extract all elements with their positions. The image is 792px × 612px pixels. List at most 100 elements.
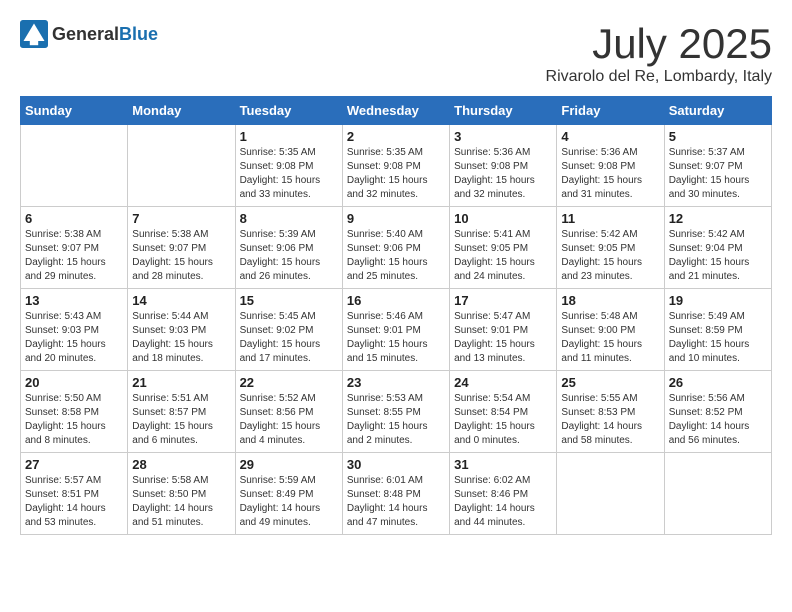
calendar-cell: 30Sunrise: 6:01 AM Sunset: 8:48 PM Dayli… [342, 453, 449, 535]
day-number: 12 [669, 211, 767, 226]
calendar-cell: 9Sunrise: 5:40 AM Sunset: 9:06 PM Daylig… [342, 207, 449, 289]
calendar-cell: 17 Sunrise: 5:47 AM Sunset: 9:01 PM Dayli… [450, 289, 557, 371]
day-number: 7 [132, 211, 230, 226]
weekday-header-row: Sunday Monday Tuesday Wednesday Thursday… [21, 97, 772, 125]
calendar-cell: 10 Sunrise: 5:41 AM Sunset: 9:05 PM Dayli… [450, 207, 557, 289]
calendar-cell: 4 Sunrise: 5:36 AM Sunset: 9:08 PM Daylig… [557, 125, 664, 207]
day-number: 4 [561, 129, 659, 144]
day-info: Sunrise: 5:36 AM Sunset: 9:08 PM Dayligh… [561, 146, 659, 202]
calendar-cell: 1 Sunrise: 5:35 AM Sunset: 9:08 PM Daylig… [235, 125, 342, 207]
day-number: 14 [132, 293, 230, 308]
calendar-cell: 29 Sunrise: 5:59 AM Sunset: 8:49 PM Dayli… [235, 453, 342, 535]
day-number: 9 [347, 211, 445, 226]
calendar-cell: 24 Sunrise: 5:54 AM Sunset: 8:54 PM Dayli… [450, 371, 557, 453]
calendar-cell: 3 Sunrise: 5:36 AM Sunset: 9:08 PM Daylig… [450, 125, 557, 207]
day-number: 1 [240, 129, 338, 144]
day-info: Sunrise: 5:43 AM Sunset: 9:03 PM Dayligh… [25, 310, 123, 366]
location-subtitle: Rivarolo del Re, Lombardy, Italy [546, 68, 772, 86]
day-number: 18 [561, 293, 659, 308]
day-number: 24 [454, 375, 552, 390]
day-number: 16 [347, 293, 445, 308]
calendar-cell: 22 Sunrise: 5:52 AM Sunset: 8:56 PM Dayli… [235, 371, 342, 453]
day-number: 20 [25, 375, 123, 390]
day-info: Sunrise: 5:46 AM Sunset: 9:01 PM Dayligh… [347, 310, 445, 366]
calendar-cell: 23 Sunrise: 5:53 AM Sunset: 8:55 PM Dayli… [342, 371, 449, 453]
day-info: Sunrise: 5:45 AM Sunset: 9:02 PM Dayligh… [240, 310, 338, 366]
day-info: Sunrise: 6:02 AM Sunset: 8:46 PM Dayligh… [454, 474, 552, 530]
day-number: 15 [240, 293, 338, 308]
day-info: Sunrise: 5:38 AM Sunset: 9:07 PM Dayligh… [132, 228, 230, 284]
calendar-cell: 16 Sunrise: 5:46 AM Sunset: 9:01 PM Dayli… [342, 289, 449, 371]
day-info: Sunrise: 5:54 AM Sunset: 8:54 PM Dayligh… [454, 392, 552, 448]
day-info: Sunrise: 5:56 AM Sunset: 8:52 PM Dayligh… [669, 392, 767, 448]
day-number: 28 [132, 457, 230, 472]
day-info: Sunrise: 5:52 AM Sunset: 8:56 PM Dayligh… [240, 392, 338, 448]
calendar-cell: 21 Sunrise: 5:51 AM Sunset: 8:57 PM Dayli… [128, 371, 235, 453]
day-number: 31 [454, 457, 552, 472]
logo-blue-text: Blue [119, 24, 158, 44]
day-info: Sunrise: 5:58 AM Sunset: 8:50 PM Dayligh… [132, 474, 230, 530]
day-info: Sunrise: 5:44 AM Sunset: 9:03 PM Dayligh… [132, 310, 230, 366]
calendar-cell: 15 Sunrise: 5:45 AM Sunset: 9:02 PM Dayli… [235, 289, 342, 371]
calendar-cell: 2Sunrise: 5:35 AM Sunset: 9:08 PM Daylig… [342, 125, 449, 207]
header-sunday: Sunday [21, 97, 128, 125]
title-area: July 2025 Rivarolo del Re, Lombardy, Ita… [546, 20, 772, 86]
day-info: Sunrise: 5:53 AM Sunset: 8:55 PM Dayligh… [347, 392, 445, 448]
day-info: Sunrise: 5:51 AM Sunset: 8:57 PM Dayligh… [132, 392, 230, 448]
logo-icon [20, 20, 48, 48]
logo-general-text: General [52, 24, 119, 44]
calendar-cell: 7 Sunrise: 5:38 AM Sunset: 9:07 PM Daylig… [128, 207, 235, 289]
logo: GeneralBlue [20, 20, 158, 48]
day-number: 21 [132, 375, 230, 390]
day-number: 30 [347, 457, 445, 472]
day-info: Sunrise: 5:57 AM Sunset: 8:51 PM Dayligh… [25, 474, 123, 530]
week-row-3: 13 Sunrise: 5:43 AM Sunset: 9:03 PM Dayli… [21, 289, 772, 371]
day-info: Sunrise: 5:39 AM Sunset: 9:06 PM Dayligh… [240, 228, 338, 284]
day-info: Sunrise: 5:47 AM Sunset: 9:01 PM Dayligh… [454, 310, 552, 366]
day-number: 13 [25, 293, 123, 308]
day-number: 10 [454, 211, 552, 226]
header-thursday: Thursday [450, 97, 557, 125]
day-number: 17 [454, 293, 552, 308]
calendar-cell: 31 Sunrise: 6:02 AM Sunset: 8:46 PM Dayli… [450, 453, 557, 535]
calendar-cell: 19Sunrise: 5:49 AM Sunset: 8:59 PM Dayli… [664, 289, 771, 371]
day-info: Sunrise: 5:59 AM Sunset: 8:49 PM Dayligh… [240, 474, 338, 530]
page-header: GeneralBlue July 2025 Rivarolo del Re, L… [20, 20, 772, 86]
day-number: 23 [347, 375, 445, 390]
day-number: 3 [454, 129, 552, 144]
calendar-cell: 25Sunrise: 5:55 AM Sunset: 8:53 PM Dayli… [557, 371, 664, 453]
calendar-cell: 20 Sunrise: 5:50 AM Sunset: 8:58 PM Dayli… [21, 371, 128, 453]
day-info: Sunrise: 5:41 AM Sunset: 9:05 PM Dayligh… [454, 228, 552, 284]
calendar-cell [664, 453, 771, 535]
day-info: Sunrise: 5:38 AM Sunset: 9:07 PM Dayligh… [25, 228, 123, 284]
day-info: Sunrise: 5:49 AM Sunset: 8:59 PM Dayligh… [669, 310, 767, 366]
calendar-cell: 27Sunrise: 5:57 AM Sunset: 8:51 PM Dayli… [21, 453, 128, 535]
calendar-table: Sunday Monday Tuesday Wednesday Thursday… [20, 96, 772, 535]
header-friday: Friday [557, 97, 664, 125]
day-number: 11 [561, 211, 659, 226]
header-tuesday: Tuesday [235, 97, 342, 125]
calendar-cell: 5Sunrise: 5:37 AM Sunset: 9:07 PM Daylig… [664, 125, 771, 207]
day-number: 29 [240, 457, 338, 472]
day-info: Sunrise: 5:48 AM Sunset: 9:00 PM Dayligh… [561, 310, 659, 366]
day-info: Sunrise: 5:42 AM Sunset: 9:05 PM Dayligh… [561, 228, 659, 284]
calendar-cell: 12 Sunrise: 5:42 AM Sunset: 9:04 PM Dayli… [664, 207, 771, 289]
day-number: 8 [240, 211, 338, 226]
week-row-1: 1 Sunrise: 5:35 AM Sunset: 9:08 PM Daylig… [21, 125, 772, 207]
day-info: Sunrise: 5:42 AM Sunset: 9:04 PM Dayligh… [669, 228, 767, 284]
calendar-cell: 11 Sunrise: 5:42 AM Sunset: 9:05 PM Dayli… [557, 207, 664, 289]
header-wednesday: Wednesday [342, 97, 449, 125]
calendar-cell: 18 Sunrise: 5:48 AM Sunset: 9:00 PM Dayli… [557, 289, 664, 371]
day-info: Sunrise: 5:35 AM Sunset: 9:08 PM Dayligh… [240, 146, 338, 202]
day-info: Sunrise: 5:36 AM Sunset: 9:08 PM Dayligh… [454, 146, 552, 202]
calendar-cell: 26Sunrise: 5:56 AM Sunset: 8:52 PM Dayli… [664, 371, 771, 453]
calendar-cell [557, 453, 664, 535]
week-row-4: 20 Sunrise: 5:50 AM Sunset: 8:58 PM Dayli… [21, 371, 772, 453]
day-info: Sunrise: 5:50 AM Sunset: 8:58 PM Dayligh… [25, 392, 123, 448]
calendar-cell [21, 125, 128, 207]
day-number: 22 [240, 375, 338, 390]
day-info: Sunrise: 5:35 AM Sunset: 9:08 PM Dayligh… [347, 146, 445, 202]
day-number: 6 [25, 211, 123, 226]
calendar-cell: 28 Sunrise: 5:58 AM Sunset: 8:50 PM Dayli… [128, 453, 235, 535]
day-info: Sunrise: 5:55 AM Sunset: 8:53 PM Dayligh… [561, 392, 659, 448]
